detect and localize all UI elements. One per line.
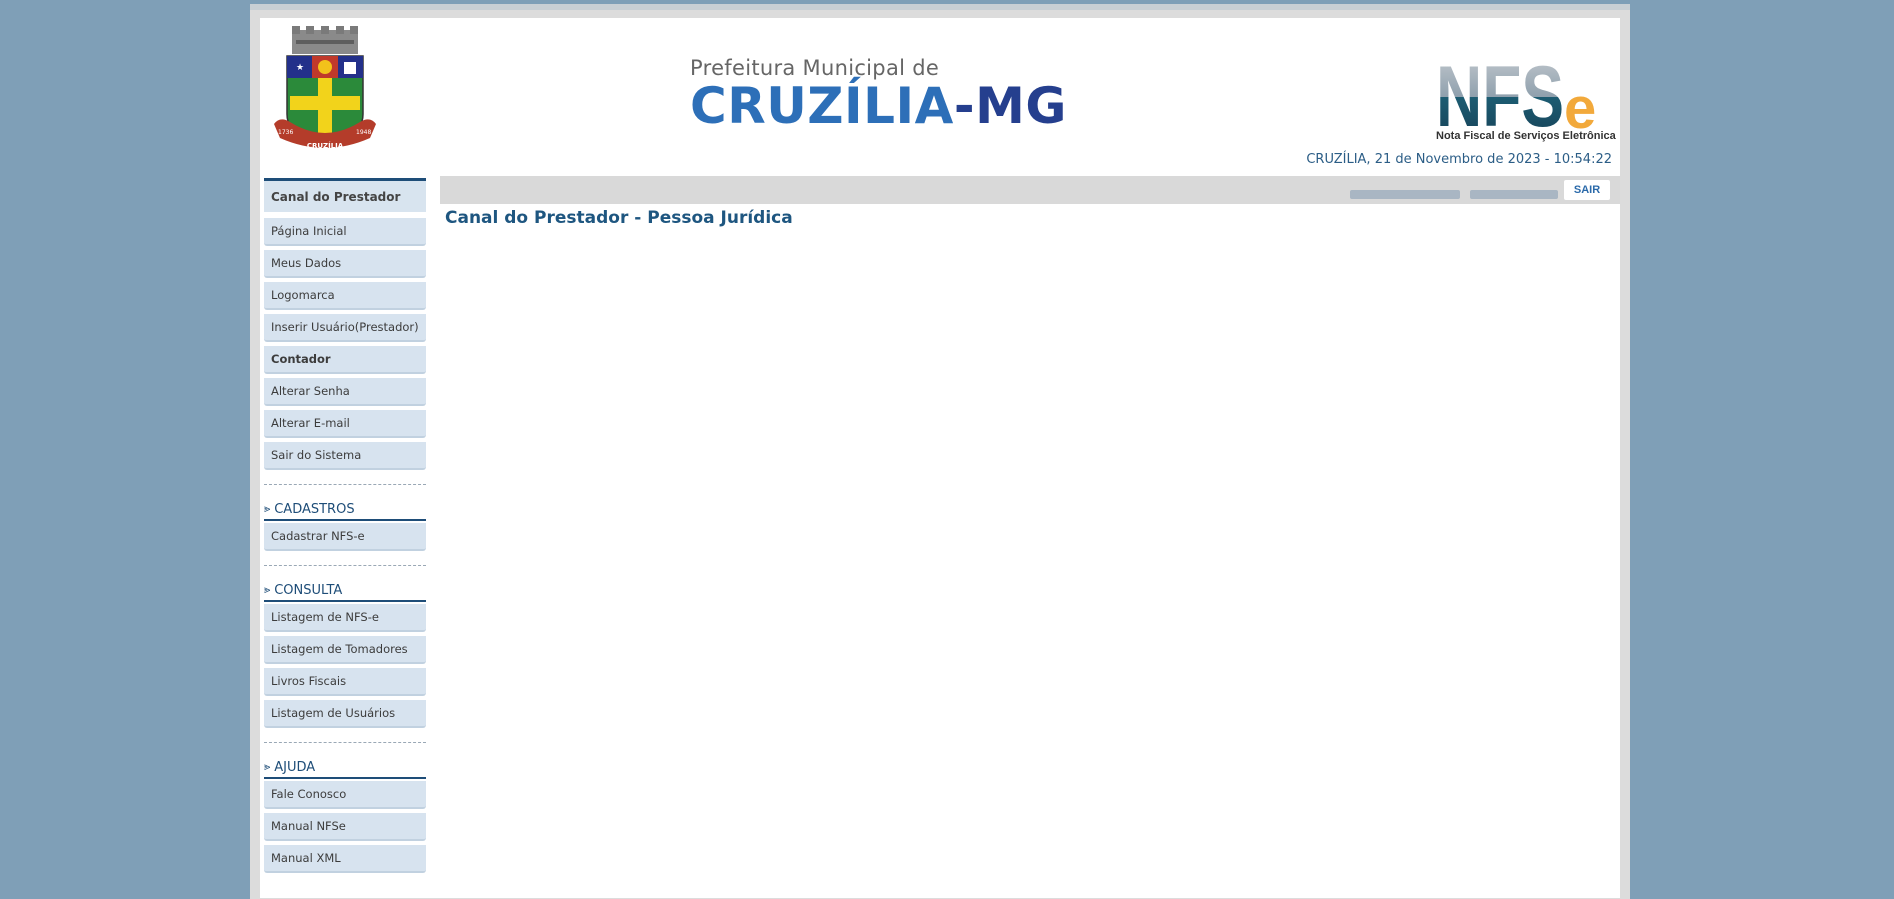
sidebar-item-sair-do-sistema[interactable]: Sair do Sistema [264,442,426,470]
sidebar-item-logomarca[interactable]: Logomarca [264,282,426,310]
section-ajuda: ⪢ AJUDA [264,757,426,779]
sidebar-item-listagem-tomadores[interactable]: Listagem de Tomadores [264,636,426,664]
page-frame: ★ 1736 1948 CRUZÍLIA Prefeitura Municipa… [250,4,1630,899]
sidebar-item-pagina-inicial[interactable]: Página Inicial [264,218,426,246]
sidebar-item-livros-fiscais[interactable]: Livros Fiscais [264,668,426,696]
section-cadastros: ⪢ CADASTROS [264,499,426,521]
redacted-company-info [1470,190,1558,199]
city-name-text: CRUZÍLIA [690,77,954,135]
sair-button[interactable]: SAIR [1564,180,1610,200]
redacted-user-info [1350,190,1460,199]
top-toolbar: SAIR [440,176,1620,204]
crest-year-left: 1736 [278,129,293,136]
sidebar-head[interactable]: Canal do Prestador [264,178,426,212]
city-title-block: Prefeitura Municipal de CRUZÍLIA-MG [690,56,1067,134]
section-consulta-label: CONSULTA [274,582,343,598]
sidebar-item-manual-nfse[interactable]: Manual NFSe [264,813,426,841]
coat-of-arms-logo: ★ 1736 1948 CRUZÍLIA [274,26,376,150]
section-ajuda-label: AJUDA [274,759,316,775]
menu-divider [264,484,426,485]
sidebar-item-meus-dados[interactable]: Meus Dados [264,250,426,278]
page-title: Canal do Prestador - Pessoa Jurídica [445,208,793,228]
page-content: ★ 1736 1948 CRUZÍLIA Prefeitura Municipa… [260,18,1620,898]
sidebar-item-contador[interactable]: Contador [264,346,426,374]
current-datetime: CRUZÍLIA, 21 de Novembro de 2023 - 10:54… [1306,152,1612,167]
double-chevron-right-icon: ⪢ [264,760,271,773]
sidebar-item-inserir-usuario[interactable]: Inserir Usuário(Prestador) [264,314,426,342]
sidebar-item-alterar-senha[interactable]: Alterar Senha [264,378,426,406]
nfse-caption: Nota Fiscal de Serviços Eletrônica [1436,130,1616,142]
sidebar-item-fale-conosco[interactable]: Fale Conosco [264,781,426,809]
sidebar-item-listagem-usuarios[interactable]: Listagem de Usuários [264,700,426,728]
double-chevron-right-icon: ⪢ [264,583,271,596]
header: ★ 1736 1948 CRUZÍLIA Prefeitura Municipa… [260,18,1620,170]
section-consulta: ⪢ CONSULTA [264,580,426,602]
sidebar-menu: Canal do Prestador Página Inicial Meus D… [264,178,426,877]
sidebar-item-alterar-email[interactable]: Alterar E-mail [264,410,426,438]
menu-divider [264,742,426,743]
crest-ribbon-text: CRUZÍLIA [307,141,344,150]
menu-divider [264,565,426,566]
section-cadastros-label: CADASTROS [274,501,355,517]
sidebar-item-manual-xml[interactable]: Manual XML [264,845,426,873]
double-chevron-right-icon: ⪢ [264,502,271,515]
crest-year-right: 1948 [356,129,371,136]
svg-text:★: ★ [296,63,304,73]
city-state-text: -MG [953,77,1067,135]
sidebar-item-cadastrar-nfse[interactable]: Cadastrar NFS-e [264,523,426,551]
sidebar-item-listagem-nfse[interactable]: Listagem de NFS-e [264,604,426,632]
city-name: CRUZÍLIA-MG [690,78,1067,134]
